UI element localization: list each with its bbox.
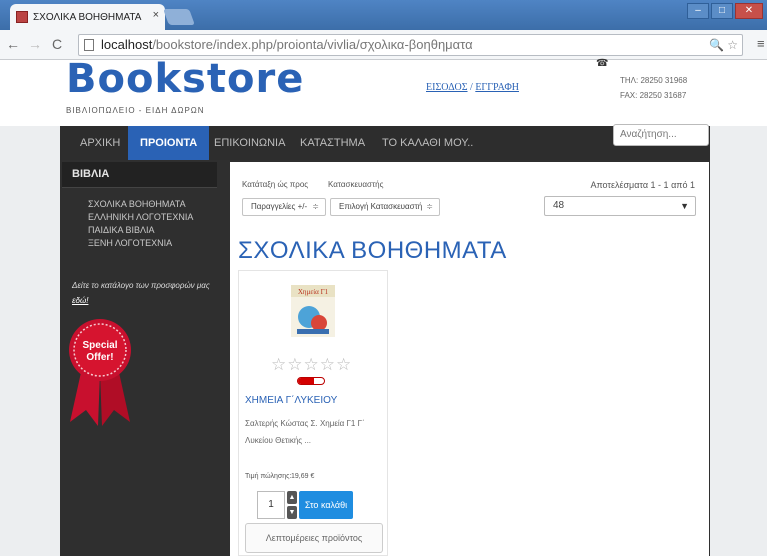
price-value: 19,69 € xyxy=(291,473,315,480)
add-to-cart-button[interactable]: Στο καλάθι xyxy=(299,491,353,519)
manufacturer-select-value: Επιλογή Κατασκευαστή xyxy=(339,202,423,211)
quantity-input[interactable]: 1 xyxy=(257,491,285,519)
sidebar: ΒΙΒΛΙΑ ΣΧΟΛΙΚΑ ΒΟΗΘΗΜΑΤΑ ΕΛΛΗΝΙΚΗ ΛΟΓΟΤΕ… xyxy=(60,160,220,556)
manufacturer-label: Κατασκευαστής xyxy=(328,180,384,189)
increase-quantity-icon[interactable]: ▲ xyxy=(287,491,297,504)
special-offer-badge-icon[interactable]: Special Offer! xyxy=(60,310,140,428)
sidebar-heading: ΒΙΒΛΙΑ xyxy=(62,162,217,188)
content-area: ΒΙΒΛΙΑ ΣΧΟΛΙΚΑ ΒΟΗΘΗΜΑΤΑ ΕΛΛΗΝΙΚΗ ΛΟΓΟΤΕ… xyxy=(60,160,710,556)
minimize-button[interactable]: ‒ xyxy=(687,3,709,19)
fax-number: FAX: 28250 31687 xyxy=(620,91,687,100)
search-input[interactable]: Αναζήτηση... xyxy=(613,124,709,146)
menu-item-cart[interactable]: ΤΟ ΚΑΛΑΘΙ ΜΟΥ.. xyxy=(370,126,485,160)
menu-item-contact[interactable]: ΕΠΙΚΟΙΝΩΝΙΑ xyxy=(202,126,297,160)
address-bar[interactable]: localhost/bookstore/index.php/proionta/v… xyxy=(78,34,743,56)
new-tab-button[interactable] xyxy=(163,9,195,25)
quantity-stepper: ▲ ▼ xyxy=(287,491,297,519)
tab-close-icon[interactable]: × xyxy=(153,9,159,21)
main-panel: Κατάταξη ώς προς Κατασκευαστής Αποτελέσμ… xyxy=(230,162,709,556)
tab-strip: ΣΧΟΛΙΚΑ ΒΟΗΘΗΜΑΤΑ × ‒ □ ✕ xyxy=(0,0,767,30)
zoom-icon[interactable]: 🔍 xyxy=(709,38,724,52)
webpage: Bookstore ΒΙΒΛΙΟΠΩΛΕΙΟ - ΕΙΔΗ ΔΩΡΩΝ ΕΙΣΟ… xyxy=(0,56,767,556)
product-card: Χημεία Γ1 ☆☆☆☆☆ ΧΗΜΕΙΑ Γ΄ΛΥΚΕΙΟΥ Σαλτερή… xyxy=(238,270,388,556)
url-path: /bookstore/index.php/proionta/vivlia/σχο… xyxy=(152,37,473,52)
per-page-caret-icon: ▼ xyxy=(680,201,689,211)
rating-stars: ☆☆☆☆☆ xyxy=(271,355,353,374)
page-icon xyxy=(84,39,94,51)
browser-menu-icon[interactable]: ≡ xyxy=(757,36,765,51)
address-bar-icons: 🔍 ☆ xyxy=(709,35,738,55)
svg-text:Χημεία Γ1: Χημεία Γ1 xyxy=(298,288,329,296)
catalog-text: Δείτε το κατάλογο των προσφορών μας xyxy=(72,281,210,290)
tab-current[interactable]: ΣΧΟΛΙΚΑ ΒΟΗΘΗΜΑΤΑ × xyxy=(10,4,165,30)
sidebar-item-greek-literature[interactable]: ΕΛΛΗΝΙΚΗ ΛΟΓΟΤΕΧΝΙΑ xyxy=(88,211,193,224)
window-controls: ‒ □ ✕ xyxy=(687,3,763,19)
url-host: localhost xyxy=(101,37,153,52)
maximize-button[interactable]: □ xyxy=(711,3,733,19)
reload-icon[interactable]: C xyxy=(52,36,62,52)
product-details-button[interactable]: Λεπτομέρειες προϊόντος xyxy=(245,523,383,553)
browser-window: ΣΧΟΛΙΚΑ ΒΟΗΘΗΜΑΤΑ × ‒ □ ✕ ← → C localhos… xyxy=(0,0,767,556)
badge-line-1: Special xyxy=(82,340,117,351)
results-count: Αποτελέσματα 1 - 1 από 1 xyxy=(590,180,695,190)
favicon-icon xyxy=(16,11,28,23)
product-description: Σαλτερής Κώστας Σ. Χημεία Γ1 Γ΄ Λυκείου … xyxy=(245,419,365,445)
manufacturer-caret-icon: ≑ xyxy=(426,202,433,211)
phone-icon: ☎ xyxy=(596,58,609,69)
manufacturer-select[interactable]: Επιλογή Κατασκευαστή ≑ xyxy=(330,198,440,216)
sort-label: Κατάταξη ώς προς xyxy=(242,180,309,189)
category-list: ΣΧΟΛΙΚΑ ΒΟΗΘΗΜΑΤΑ ΕΛΛΗΝΙΚΗ ΛΟΓΟΤΕΧΝΙΑ ΠΑ… xyxy=(88,198,193,250)
sort-select[interactable]: Παραγγελίες +/- ≑ xyxy=(242,198,326,216)
category-title: ΣΧΟΛΙΚΑ ΒΟΗΘΗΜΑΤΑ xyxy=(238,237,507,264)
product-name[interactable]: ΧΗΜΕΙΑ Γ΄ΛΥΚΕΙΟΥ xyxy=(245,395,337,406)
price-label: Τιμή πώλησης: xyxy=(245,473,292,480)
sidebar-item-foreign-literature[interactable]: ΞΕΝΗ ΛΟΓΟΤΕΧΝΙΑ xyxy=(88,237,193,250)
catalog-link[interactable]: εδώ! xyxy=(72,296,88,305)
site-logo[interactable]: Bookstore xyxy=(66,56,304,102)
stock-level-bar xyxy=(297,377,325,385)
per-page-select[interactable]: 48 ▼ xyxy=(544,196,696,216)
offers-catalog-text: Δείτε το κατάλογο των προσφορών μας εδώ! xyxy=(72,278,212,308)
menu-item-home[interactable]: ΑΡΧΙΚΗ xyxy=(68,126,132,160)
sort-caret-icon: ≑ xyxy=(312,202,319,211)
sort-select-value: Παραγγελίες +/- xyxy=(251,202,308,211)
sidebar-item-school-aids[interactable]: ΣΧΟΛΙΚΑ ΒΟΗΘΗΜΑΤΑ xyxy=(88,198,193,211)
badge-line-2: Offer! xyxy=(86,352,113,363)
register-link[interactable]: ΕΓΓΡΑΦΗ xyxy=(475,82,519,93)
login-link[interactable]: ΕΙΣΟΔΟΣ xyxy=(426,82,468,93)
contact-info: ΤΗΛ: 28250 31968 FAX: 28250 31687 xyxy=(620,58,687,103)
per-page-value: 48 xyxy=(553,200,565,211)
site-header: Bookstore ΒΙΒΛΙΟΠΩΛΕΙΟ - ΕΙΔΗ ΔΩΡΩΝ ΕΙΣΟ… xyxy=(0,56,767,126)
sidebar-item-children-books[interactable]: ΠΑΙΔΙΚΑ ΒΙΒΛΙΑ xyxy=(88,224,193,237)
site-tagline: ΒΙΒΛΙΟΠΩΛΕΙΟ - ΕΙΔΗ ΔΩΡΩΝ xyxy=(66,106,205,115)
tab-title: ΣΧΟΛΙΚΑ ΒΟΗΘΗΜΑΤΑ xyxy=(33,11,142,23)
stock-level-fill xyxy=(298,378,314,384)
decrease-quantity-icon[interactable]: ▼ xyxy=(287,506,297,519)
back-arrow-icon[interactable]: ← xyxy=(6,36,20,52)
close-window-button[interactable]: ✕ xyxy=(735,3,763,19)
phone-number: ΤΗΛ: 28250 31968 xyxy=(620,76,688,85)
product-image[interactable]: Χημεία Γ1 xyxy=(289,285,337,337)
menu-item-store[interactable]: ΚΑΤΑΣΤΗΜΑ xyxy=(288,126,377,160)
account-links: ΕΙΣΟΔΟΣ / ΕΓΓΡΑΦΗ xyxy=(426,82,519,93)
forward-arrow-icon[interactable]: → xyxy=(28,36,42,52)
bookmark-star-icon[interactable]: ☆ xyxy=(727,38,738,52)
menu-item-products[interactable]: ΠΡΟΙΟΝΤΑ xyxy=(128,126,210,160)
